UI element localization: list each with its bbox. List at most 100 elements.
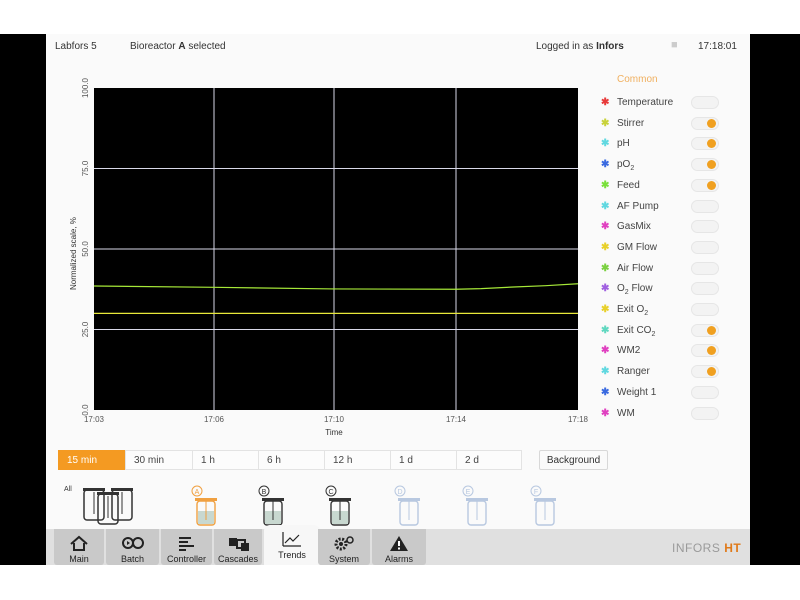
infors-ht-logo: INFORS HT [672, 541, 742, 555]
legend-item: ✱ Exit CO2 [598, 322, 750, 340]
x-axis-label: Time [325, 428, 343, 437]
legend-heading: Common [617, 74, 658, 85]
legend-toggle[interactable] [691, 116, 719, 130]
legend-toggle[interactable] [691, 385, 719, 399]
asterisk-icon: ✱ [601, 386, 610, 398]
touch-screen: Labfors 5 Bioreactor A selected Logged i… [46, 34, 750, 565]
svg-text:A: A [195, 489, 200, 496]
legend-item: ✱ WM [598, 405, 750, 423]
legend-toggle[interactable] [691, 96, 719, 109]
nav-tab-controller[interactable]: Controller [161, 529, 212, 565]
all-vessels-label: All [64, 486, 72, 493]
legend-toggle[interactable] [691, 303, 719, 316]
asterisk-icon: ✱ [601, 366, 610, 378]
svg-text:D: D [397, 489, 402, 496]
legend-toggle[interactable] [691, 261, 719, 275]
cascades-icon [229, 538, 249, 551]
legend-label: O2 Flow [617, 283, 653, 297]
nav-tab-main[interactable]: Main [54, 529, 104, 565]
legend-label: WM2 [617, 345, 641, 357]
vessel-f-icon[interactable]: F [528, 484, 558, 530]
monitor-bezel-top [0, 0, 800, 34]
nav-tab-label: Trends [278, 550, 306, 560]
legend-toggle[interactable] [691, 365, 719, 379]
time-range-button[interactable]: 12 h [324, 450, 390, 470]
nav-tab-alarms[interactable]: Alarms [372, 529, 426, 565]
status-bar: Labfors 5 Bioreactor A selected Logged i… [46, 34, 750, 60]
legend-label: Weight 1 [617, 386, 657, 398]
asterisk-icon: ✱ [601, 117, 610, 129]
legend-toggle[interactable] [691, 178, 719, 192]
nav-tab-system[interactable]: System [318, 529, 370, 565]
time-range-button[interactable]: 15 min [58, 450, 125, 470]
legend-toggle[interactable] [691, 282, 719, 296]
nav-tab-trends[interactable]: Trends [264, 525, 320, 565]
legend-toggle[interactable] [691, 220, 719, 234]
trends-icon [282, 532, 301, 547]
asterisk-icon: ✱ [601, 407, 610, 419]
legend-item: ✱ Exit O2 [598, 301, 750, 319]
time-range-button[interactable]: 1 d [390, 450, 456, 470]
background-button[interactable]: Background [539, 450, 608, 470]
home-icon [70, 535, 88, 551]
time-range-button[interactable]: 30 min [125, 450, 192, 470]
warning-icon [390, 536, 408, 551]
legend-item: ✱ GM Flow [598, 239, 750, 257]
monitor-bezel-bottom [0, 565, 800, 600]
y-tick-label: 50.0 [81, 241, 90, 257]
nav-tab-label: System [328, 554, 359, 564]
all-vessels-icon[interactable] [80, 484, 136, 528]
asterisk-icon: ✱ [601, 345, 610, 357]
nav-tab-label: Batch [120, 554, 144, 564]
legend-label: Exit O2 [617, 304, 649, 317]
legend-toggle[interactable] [691, 406, 719, 420]
legend-label: AF Pump [617, 200, 659, 212]
legend-label: pO2 [617, 159, 635, 173]
x-tick-label: 17:10 [324, 415, 345, 424]
x-tick-label: 17:18 [568, 415, 589, 424]
legend-toggle[interactable] [691, 158, 719, 172]
legend-toggle[interactable] [691, 199, 719, 213]
legend-item: ✱ Temperature [598, 94, 750, 112]
legend-toggle[interactable] [691, 240, 719, 254]
legend-label: Air Flow [617, 262, 654, 274]
legend-label: pH [617, 138, 630, 150]
legend-label: Feed [617, 179, 640, 191]
svg-text:C: C [328, 489, 333, 496]
bioreactor-selection: Bioreactor A selected [130, 41, 226, 52]
nav-tab-label: Cascades [217, 554, 259, 564]
time-range-button[interactable]: 1 h [192, 450, 258, 470]
asterisk-icon: ✱ [601, 179, 610, 191]
trend-chart-svg[interactable]: 0.0 25.0 50.0 75.0 100.0 17:03 17:06 17:10 17:1… [46, 60, 606, 450]
time-range-button[interactable]: 2 d [456, 450, 522, 470]
vessel-a-icon[interactable]: A [189, 484, 219, 530]
x-tick-label: 17:06 [204, 415, 225, 424]
legend-item: ✱ WM2 [598, 342, 750, 360]
legend-label: WM [617, 407, 635, 419]
y-tick-label: 25.0 [81, 321, 90, 337]
trend-chart[interactable]: 0.0 25.0 50.0 75.0 100.0 17:03 17:06 17:10 17:1… [46, 60, 606, 450]
vessel-d-icon[interactable]: D [392, 484, 422, 530]
svg-text:F: F [534, 489, 538, 496]
y-tick-label: 100.0 [81, 77, 90, 98]
vessel-b-icon[interactable]: B [256, 484, 286, 530]
legend-toggle[interactable] [691, 137, 719, 151]
legend-toggle[interactable] [691, 344, 719, 358]
svg-text:E: E [466, 489, 471, 496]
nav-tab-batch[interactable]: Batch [106, 529, 159, 565]
legend-toggle[interactable] [691, 323, 719, 337]
vessel-c-icon[interactable]: C [323, 484, 353, 530]
legend-label: Ranger [617, 366, 650, 378]
asterisk-icon: ✱ [601, 200, 610, 212]
time-range-button[interactable]: 6 h [258, 450, 324, 470]
legend-label: Exit CO2 [617, 324, 656, 338]
legend-item: ✱ GasMix [598, 218, 750, 236]
y-tick-label: 0.0 [81, 404, 90, 416]
y-tick-label: 75.0 [81, 160, 90, 176]
legend-label: GasMix [617, 221, 651, 233]
vessel-e-icon[interactable]: E [460, 484, 490, 530]
vessel-selector: All A B C D E F [46, 480, 606, 530]
legend-item: ✱ pO2 [598, 156, 750, 174]
asterisk-icon: ✱ [601, 324, 610, 336]
nav-tab-cascades[interactable]: Cascades [214, 529, 262, 565]
